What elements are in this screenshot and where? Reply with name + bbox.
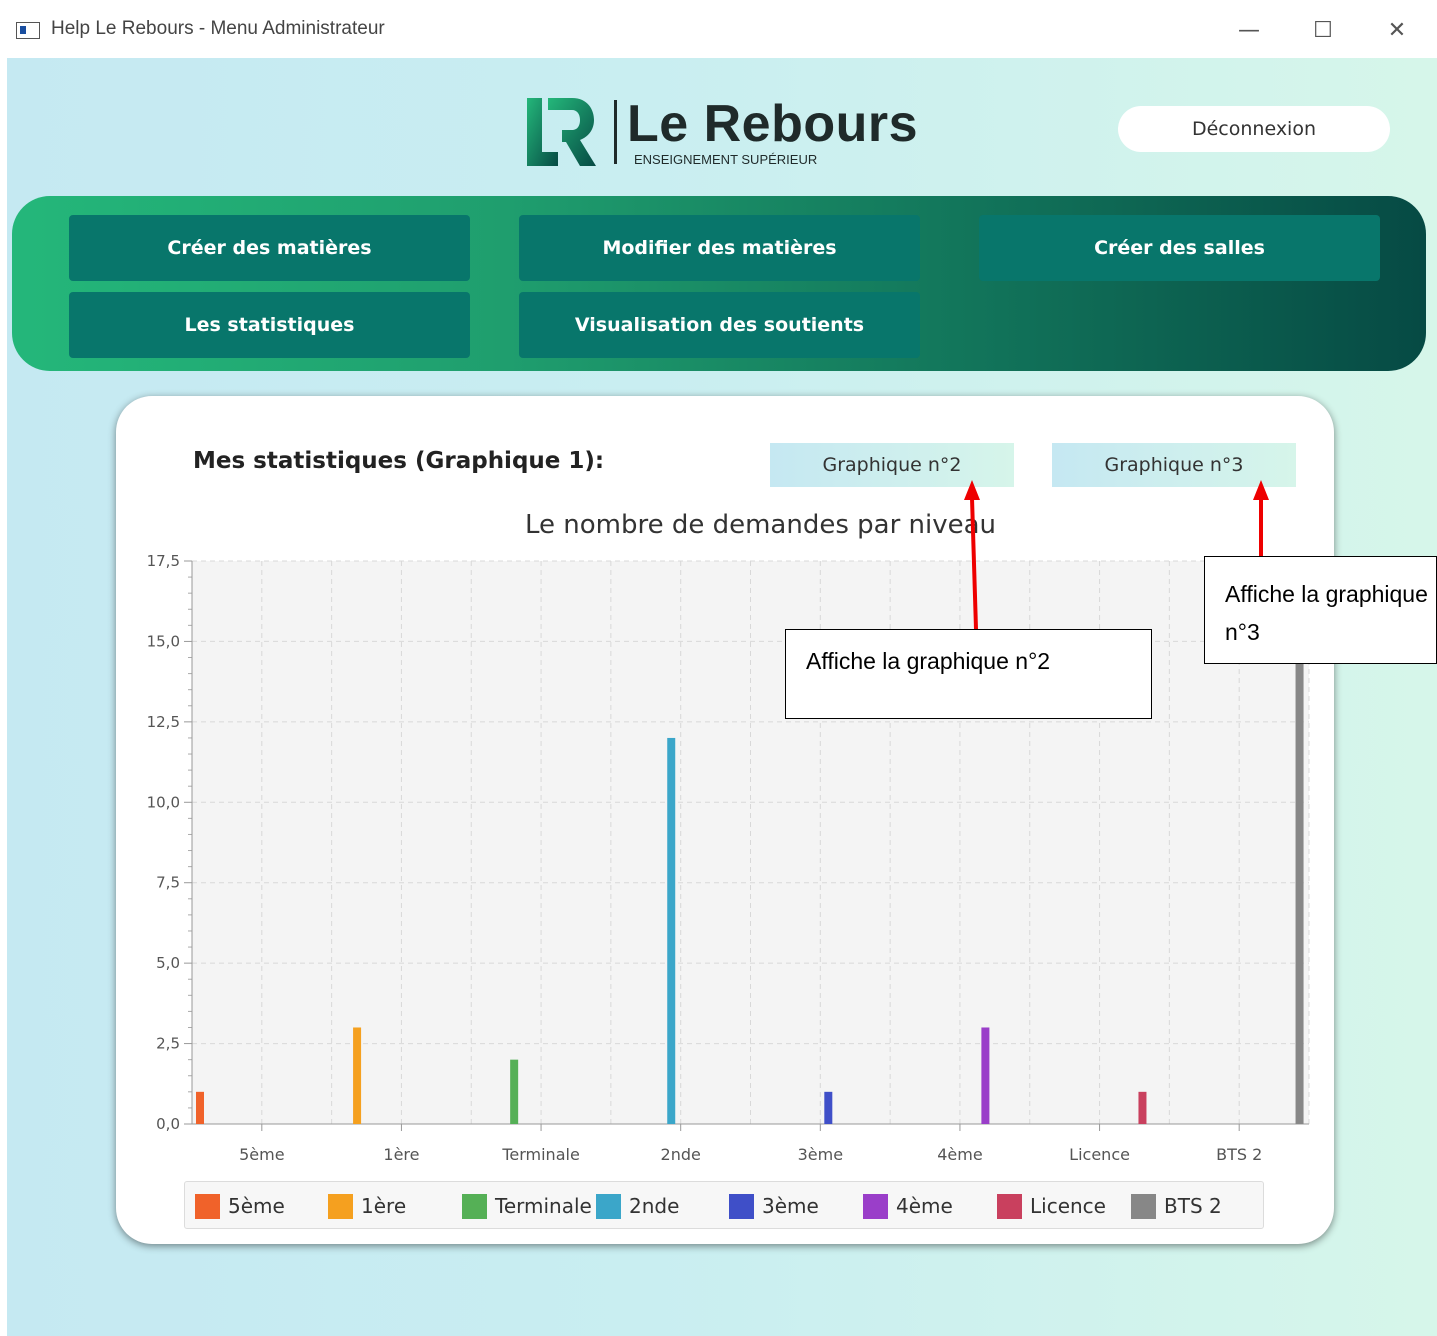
brand-name: Le Rebours	[627, 95, 919, 153]
legend-swatch	[328, 1194, 353, 1219]
annotation-graph3: Affiche la graphique n°3	[1204, 556, 1437, 664]
x-tick-label: 3ème	[798, 1145, 843, 1164]
bar-2nde	[667, 737, 676, 1124]
legend-label: 5ème	[228, 1194, 285, 1218]
view-support-button[interactable]: Visualisation des soutients	[519, 292, 920, 358]
bar-4ème	[981, 1027, 990, 1124]
app-content: Le Rebours ENSEIGNEMENT SUPÉRIEUR Déconn…	[7, 58, 1437, 1336]
x-tick-label: Terminale	[501, 1145, 579, 1164]
lr-logo-icon	[527, 98, 617, 166]
brand-logo: Le Rebours ENSEIGNEMENT SUPÉRIEUR	[522, 92, 932, 172]
legend-label: 4ème	[896, 1194, 953, 1218]
bar-terminale	[510, 1059, 519, 1124]
bar-1ère	[353, 1027, 362, 1124]
y-tick-label: 2,5	[156, 1035, 180, 1053]
annotation-graph2: Affiche la graphique n°2	[785, 629, 1152, 719]
chart-title: Le nombre de demandes par niveau	[525, 510, 996, 540]
annotation-graph3-line1: Affiche la graphique	[1225, 581, 1428, 607]
legend-swatch	[729, 1194, 754, 1219]
y-tick-label: 0,0	[156, 1115, 180, 1133]
y-tick-label: 10,0	[147, 793, 180, 811]
legend-swatch	[462, 1194, 487, 1219]
annotation-graph3-line2: n°3	[1225, 619, 1260, 645]
app-window-icon	[16, 22, 40, 39]
title-bar: Help Le Rebours - Menu Administrateur — …	[0, 0, 1437, 58]
legend-swatch	[596, 1194, 621, 1219]
y-tick-label: 7,5	[156, 874, 180, 892]
legend-swatch	[863, 1194, 888, 1219]
x-tick-label: 4ème	[937, 1145, 982, 1164]
logout-button[interactable]: Déconnexion	[1118, 106, 1390, 152]
admin-menu: Créer des matières Modifier des matières…	[12, 196, 1426, 371]
close-icon[interactable]: ✕	[1374, 14, 1420, 48]
bar-licence	[1138, 1091, 1147, 1124]
annotation-graph2-text: Affiche la graphique n°2	[806, 648, 1051, 674]
brand-tagline: ENSEIGNEMENT SUPÉRIEUR	[634, 152, 818, 167]
legend-swatch	[997, 1194, 1022, 1219]
bar-5ème	[196, 1091, 204, 1124]
chart-legend: 5ème 1ère Terminale 2nde 3ème 4ème Licence BTS …	[184, 1181, 1264, 1229]
create-rooms-button[interactable]: Créer des salles	[979, 215, 1380, 281]
x-tick-label: Licence	[1069, 1145, 1130, 1164]
edit-subjects-button[interactable]: Modifier des matières	[519, 215, 920, 281]
bar-3ème	[824, 1091, 833, 1124]
statistics-card: Mes statistiques (Graphique 1): Graphiqu…	[116, 396, 1334, 1244]
legend-label: 2nde	[629, 1194, 680, 1218]
maximize-icon[interactable]: ☐	[1300, 14, 1346, 48]
legend-label: Terminale	[495, 1194, 592, 1218]
x-tick-label: BTS 2	[1216, 1145, 1262, 1164]
y-tick-label: 12,5	[147, 713, 180, 731]
legend-label: BTS 2	[1164, 1194, 1222, 1218]
y-tick-label: 5,0	[156, 954, 180, 972]
legend-label: 1ère	[361, 1194, 407, 1218]
bar-chart: Le nombre de demandes par niveau 0,0 2,5 5,…	[147, 510, 1310, 1164]
statistics-button[interactable]: Les statistiques	[69, 292, 470, 358]
minimize-icon[interactable]: —	[1226, 14, 1272, 48]
legend-swatch	[195, 1194, 220, 1219]
y-tick-label: 15,0	[147, 632, 180, 650]
legend-swatch	[1131, 1194, 1156, 1219]
x-tick-label: 1ère	[383, 1145, 419, 1164]
x-tick-label: 2nde	[661, 1145, 701, 1164]
legend-label: Licence	[1030, 1194, 1106, 1218]
window-title: Help Le Rebours - Menu Administrateur	[51, 18, 385, 39]
create-subjects-button[interactable]: Créer des matières	[69, 215, 470, 281]
y-tick-label: 17,5	[147, 552, 180, 570]
x-tick-label: 5ème	[239, 1145, 284, 1164]
legend-label: 3ème	[762, 1194, 819, 1218]
